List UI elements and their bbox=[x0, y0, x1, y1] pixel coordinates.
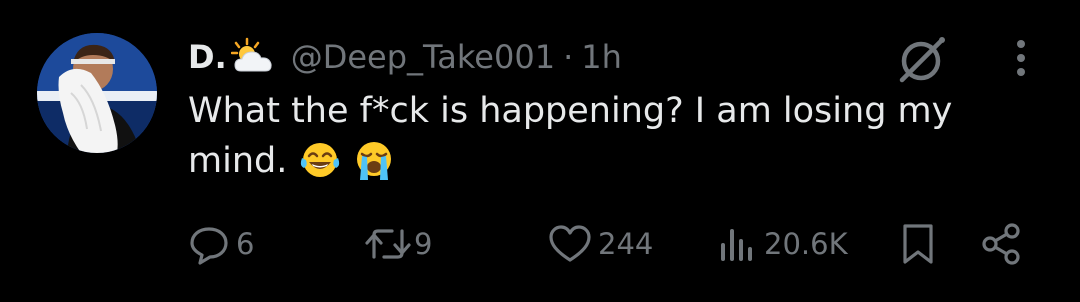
loudly-crying-icon bbox=[354, 140, 394, 180]
analytics-icon bbox=[721, 229, 752, 261]
heart-icon bbox=[549, 225, 591, 262]
timestamp[interactable]: 1h bbox=[581, 38, 622, 76]
views-button[interactable]: 20.6K bbox=[718, 216, 848, 272]
share-button[interactable] bbox=[980, 216, 1024, 272]
repost-icon bbox=[365, 229, 411, 259]
repost-count: 9 bbox=[414, 227, 433, 261]
tears-of-joy-icon bbox=[300, 140, 340, 180]
like-button[interactable]: 244 bbox=[548, 216, 653, 272]
grok-icon[interactable] bbox=[896, 32, 950, 86]
avatar[interactable] bbox=[37, 33, 157, 153]
repost-button[interactable]: 9 bbox=[364, 216, 432, 272]
view-count: 20.6K bbox=[764, 227, 848, 261]
reply-button[interactable]: 6 bbox=[188, 216, 254, 272]
reply-icon bbox=[190, 227, 228, 265]
reply-count: 6 bbox=[236, 227, 255, 261]
tweet-text-word: mind. bbox=[188, 141, 288, 181]
tweet-text: What the f*ck is happening? I am losing … bbox=[188, 86, 1008, 186]
separator-dot: · bbox=[563, 38, 574, 76]
tweet-header: D. @Deep_Take001 · 1h bbox=[188, 34, 622, 80]
share-icon bbox=[982, 223, 1020, 265]
sun-behind-cloud-icon bbox=[230, 37, 275, 77]
bookmark-icon bbox=[903, 224, 933, 264]
tweet-text-line-1: What the f*ck is happening? I am losing … bbox=[188, 91, 953, 131]
more-options-icon[interactable] bbox=[1004, 38, 1038, 78]
action-bar: 6 9 244 20.6K bbox=[0, 216, 1080, 272]
like-count: 244 bbox=[598, 227, 654, 261]
tweet-text-line-2: mind. bbox=[188, 136, 1008, 186]
display-name[interactable]: D. bbox=[188, 38, 227, 76]
bookmark-button[interactable] bbox=[898, 216, 938, 272]
tweet-card[interactable]: D. @Deep_Take001 · 1h What the f*ck is h… bbox=[0, 0, 1080, 302]
handle[interactable]: @Deep_Take001 bbox=[291, 38, 555, 76]
